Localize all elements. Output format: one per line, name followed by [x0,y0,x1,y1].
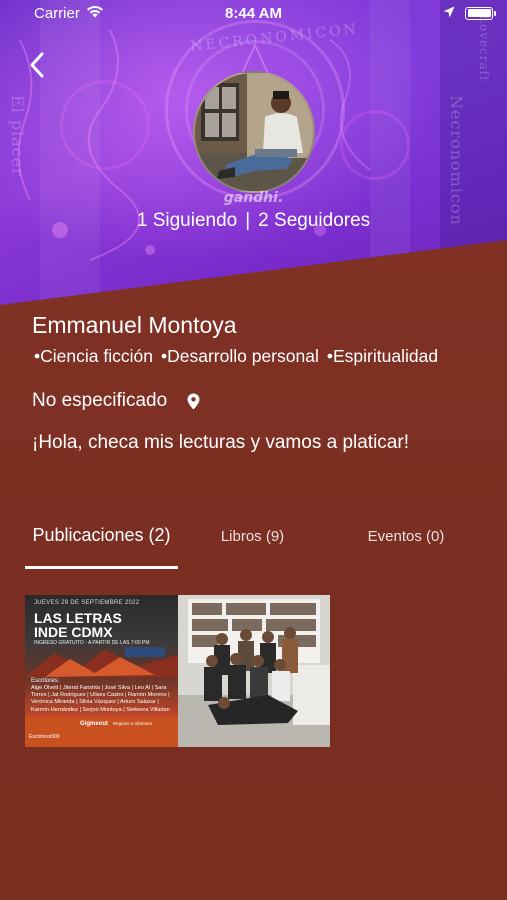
profile-bio: ¡Hola, checa mis lecturas y vamos a plat… [32,432,409,453]
interest-item: Ciencia ficción [34,346,153,366]
poster-links: Registro e informes [113,721,153,726]
tab-eventos[interactable]: Eventos (0) [350,525,462,571]
followers-link[interactable]: 2 Seguidores [258,210,370,231]
interest-item: Desarrollo personal [161,346,319,366]
status-bar: Carrier 8:44 AM [0,0,507,26]
active-tab-indicator [25,566,178,569]
post-group-photo [178,595,330,747]
group-photo [178,595,330,747]
poster-handle: Escritores900 [29,734,60,740]
chevron-left-icon [29,52,45,83]
poster-footer: Gigmeout Escritores900 Registro e inform… [25,717,178,747]
location-pin-icon [187,393,200,410]
banner-side-text-right: Necronomicon [447,95,466,226]
interests-list: Ciencia ficción Desarrollo personal Espiri… [34,346,478,370]
poster-date: JUEVES 29 DE SEPTIEMBRE 2022 [34,600,140,606]
poster-title-line: INDE CDMX [34,624,113,640]
profile-name: Emmanuel Montoya [32,312,237,338]
poster-title: LAS LETRAS INDE CDMX [34,611,122,639]
avatar[interactable] [193,71,315,193]
location-arrow-icon [443,5,455,22]
follow-stats: 1 Siguiendo | 2 Seguidores [0,210,507,232]
profile-tabs: Publicaciones (2) Libros (9) Eventos (0) [0,525,507,571]
poster-graphic [25,647,178,677]
follow-separator: | [245,210,251,231]
avatar-photo [195,73,313,191]
poster-brand: Gigmeout [80,721,108,727]
following-count: 1 [136,210,148,231]
poster-writers-label: Escritores: [31,678,60,684]
following-label: Siguiendo [152,210,238,231]
interest-item: Espiritualidad [327,346,438,366]
tab-publicaciones[interactable]: Publicaciones (2) [25,525,178,571]
poster-subtitle: INGRESO GRATUITO · A PARTIR DE LAS 7:00 … [34,640,150,646]
battery-icon [465,6,496,20]
followers-count: 2 [258,210,269,231]
following-link[interactable]: 1 Siguiendo [137,210,237,231]
tab-libros[interactable]: Libros (9) [205,525,300,571]
tab-label: Libros (9) [220,528,285,545]
post-card[interactable]: JUEVES 29 DE SEPTIEMBRE 2022 LAS LETRAS … [25,595,330,747]
brand-logo: gandhi. [223,190,284,206]
tab-label: Publicaciones (2) [32,525,171,545]
location-row: No especificado [32,390,200,412]
back-button[interactable] [22,50,52,84]
location-text: No especificado [32,390,168,411]
followers-label: Seguidores [274,210,371,231]
post-poster-image: JUEVES 29 DE SEPTIEMBRE 2022 LAS LETRAS … [25,595,178,747]
carrier-label: Carrier [34,4,80,22]
tab-label: Eventos (0) [367,528,445,545]
poster-title-line: LAS LETRAS [34,610,122,626]
poster-writers: Alge Olvett | Jiterat Farishta | José Si… [31,685,170,713]
wifi-icon [86,5,104,22]
battery-fill [467,9,491,17]
banner-side-text-left: El placer [8,95,27,177]
